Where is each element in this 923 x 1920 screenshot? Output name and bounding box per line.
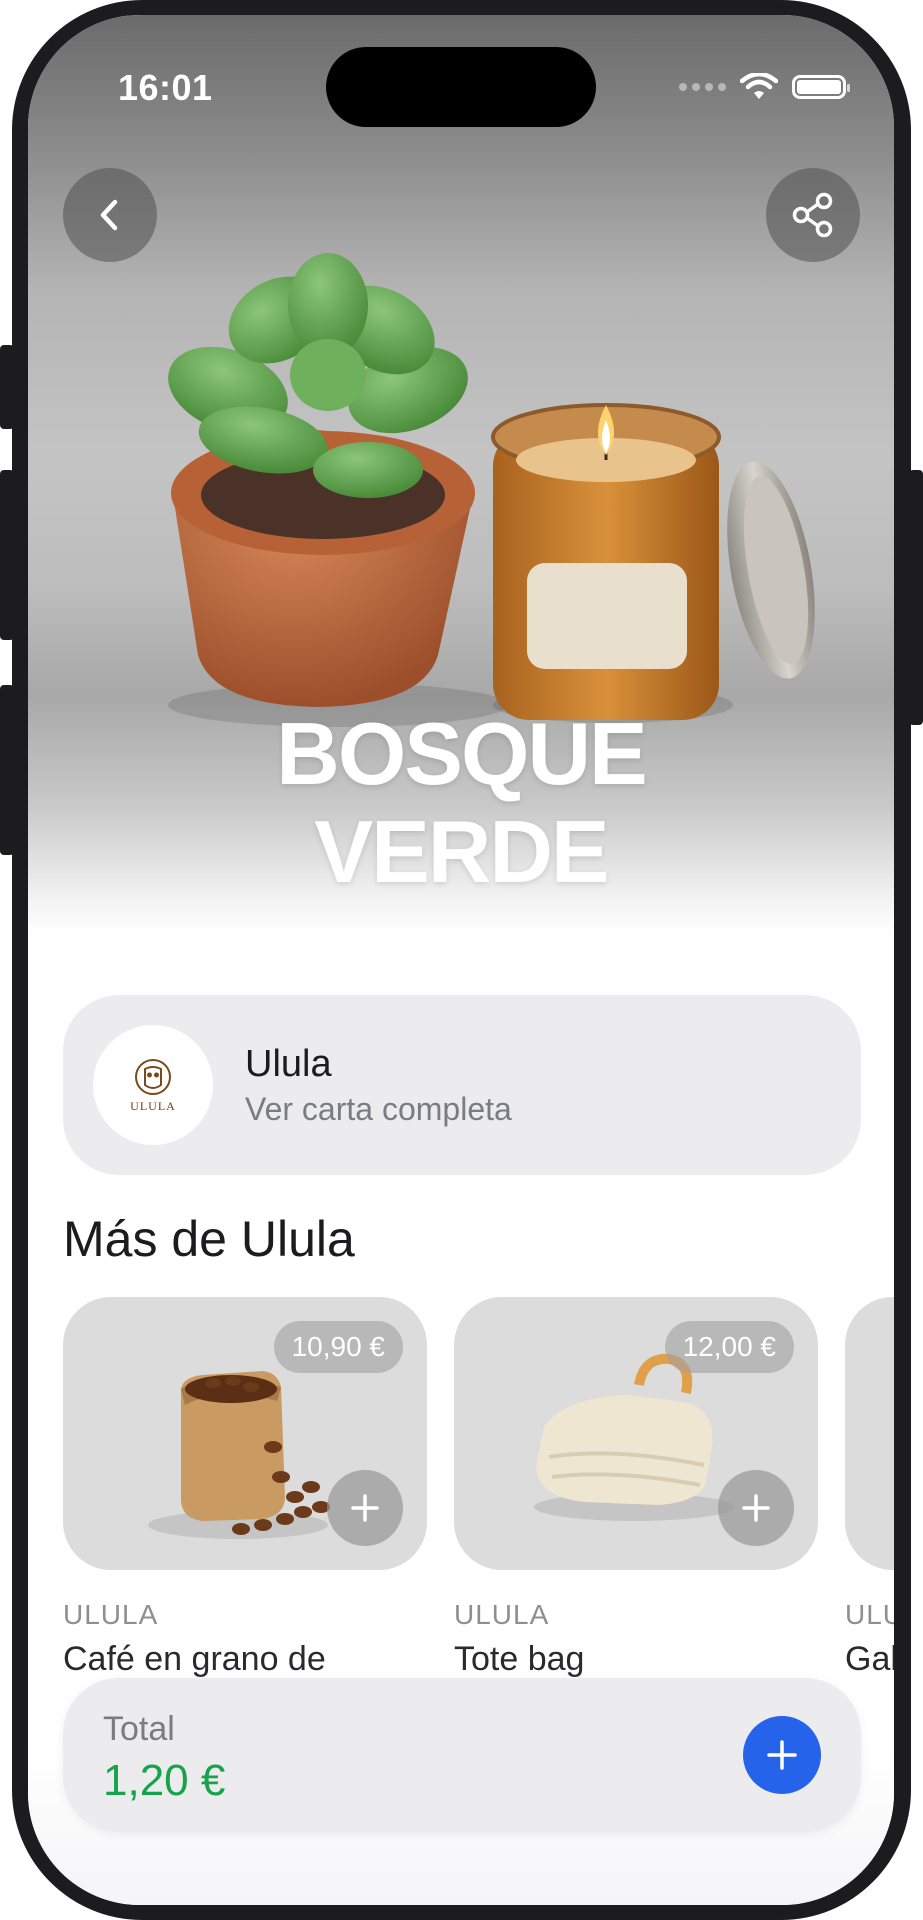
product-brand: ULU xyxy=(845,1599,894,1630)
product-title-line2: VERDE xyxy=(314,802,609,901)
section-title: Más de Ulula xyxy=(63,1211,355,1267)
price-badge: 12,00 € xyxy=(664,1321,794,1373)
status-indicators xyxy=(679,73,850,101)
chevron-left-icon xyxy=(100,199,118,231)
back-button[interactable] xyxy=(63,168,157,262)
product-name[interactable]: Café en grano de xyxy=(63,1640,326,1679)
power-button xyxy=(909,470,923,725)
plus-icon xyxy=(351,1494,379,1522)
brand-logo: ULULA xyxy=(93,1025,213,1145)
brand-name: Ulula xyxy=(245,1043,332,1085)
share-icon xyxy=(792,192,833,238)
product-hero: 16:01 BOSQUE VERDE xyxy=(28,15,894,935)
dynamic-island xyxy=(326,47,596,127)
brand-logo-text: ULULA xyxy=(130,1098,176,1113)
total-bar: Total 1,20 € xyxy=(63,1678,861,1832)
status-time: 16:01 xyxy=(118,67,213,108)
product-title-line1: BOSQUE xyxy=(276,704,647,803)
price-badge: 10,90 € xyxy=(273,1321,403,1373)
product-title: BOSQUE VERDE xyxy=(28,705,894,901)
plus-icon xyxy=(767,1740,797,1770)
product-name[interactable]: Tote bag xyxy=(454,1640,584,1679)
app-screen: 16:01 BOSQUE VERDE ULULA Ulula Ver carta… xyxy=(28,15,894,1905)
plus-icon xyxy=(742,1494,770,1522)
product-card-tote[interactable]: 12,00 € xyxy=(454,1297,818,1570)
brand-card[interactable]: ULULA Ulula Ver carta completa xyxy=(63,995,861,1175)
total-label: Total xyxy=(103,1710,175,1748)
volume-down-button xyxy=(0,685,14,855)
wifi-icon xyxy=(740,73,778,99)
action-button xyxy=(0,345,14,429)
volume-up-button xyxy=(0,470,14,640)
product-brand: ULULA xyxy=(454,1599,550,1630)
product-name[interactable]: Gal xyxy=(845,1640,894,1679)
view-full-menu-link[interactable]: Ver carta completa xyxy=(245,1091,512,1128)
owl-logo-icon xyxy=(135,1058,171,1095)
add-to-cart-button[interactable] xyxy=(718,1470,794,1546)
total-value: 1,20 € xyxy=(103,1756,226,1805)
product-brand: ULULA xyxy=(63,1599,159,1630)
add-to-cart-button[interactable] xyxy=(327,1470,403,1546)
product-card-partial[interactable] xyxy=(845,1297,894,1570)
signal-icon xyxy=(679,83,726,91)
add-to-order-button[interactable] xyxy=(743,1716,821,1794)
share-button[interactable] xyxy=(766,168,860,262)
product-card-coffee[interactable]: 10,90 € xyxy=(63,1297,427,1570)
battery-icon xyxy=(792,75,850,99)
